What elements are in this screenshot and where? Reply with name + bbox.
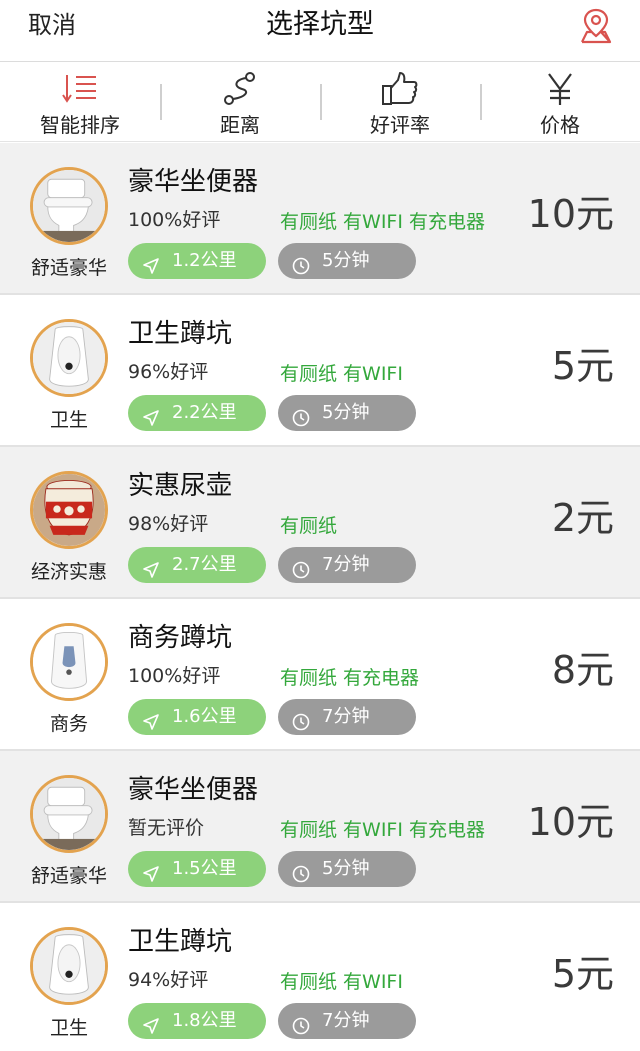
page-title: 选择坑型: [266, 9, 374, 40]
sort-tab-price[interactable]: 价格: [480, 62, 640, 142]
route-icon: [220, 70, 260, 108]
toilet-photo: [30, 623, 108, 701]
price-label: 10元: [527, 800, 614, 844]
time-badge: 5分钟: [278, 851, 416, 887]
toilet-name: 实惠尿壶: [128, 471, 233, 501]
distance-badge: 2.2公里: [128, 395, 266, 431]
time-badge: 5分钟: [278, 395, 416, 431]
distance-value: 1.8公里: [172, 1010, 237, 1031]
rating-text: 100%好评: [128, 209, 221, 231]
sort-tab-label: 好评率: [370, 113, 430, 137]
amenities-text: 有厕纸: [280, 515, 338, 537]
amenities-text: 有厕纸 有WIFI: [280, 971, 403, 993]
rating-text: 96%好评: [128, 361, 209, 383]
navigation-arrow-icon: [142, 556, 160, 578]
amenities-text: 有厕纸 有WIFI 有充电器: [280, 819, 486, 841]
sort-tab-label: 价格: [540, 113, 580, 137]
amenities-text: 有厕纸 有WIFI: [280, 363, 403, 385]
price-label: 10元: [527, 192, 614, 236]
price-label: 2元: [551, 496, 614, 540]
list-item[interactable]: 经济实惠 实惠尿壶 98%好评 有厕纸 2.7公里 7分钟 2元: [0, 447, 640, 599]
thumbs-up-icon: [380, 70, 420, 108]
distance-badge: 1.2公里: [128, 243, 266, 279]
distance-badge: 2.7公里: [128, 547, 266, 583]
category-label: 卫生: [49, 1017, 88, 1039]
category-label: 卫生: [49, 409, 88, 431]
rating-text: 100%好评: [128, 665, 221, 687]
rating-text: 94%好评: [128, 969, 209, 991]
distance-badge: 1.8公里: [128, 1003, 266, 1039]
price-label: 5元: [551, 952, 614, 996]
amenities-text: 有厕纸 有充电器: [280, 667, 420, 689]
distance-badge: 1.5公里: [128, 851, 266, 887]
list-item[interactable]: 卫生 卫生蹲坑 96%好评 有厕纸 有WIFI 2.2公里 5分钟 5元: [0, 295, 640, 447]
yen-icon: [540, 70, 580, 108]
toilet-photo: [30, 927, 108, 1005]
distance-value: 2.7公里: [172, 554, 237, 575]
time-value: 7分钟: [322, 1010, 370, 1031]
list-item[interactable]: 舒适豪华 豪华坐便器 100%好评 有厕纸 有WIFI 有充电器 1.2公里 5…: [0, 143, 640, 295]
sort-tab-label: 距离: [220, 113, 260, 137]
list-item[interactable]: 商务 商务蹲坑 100%好评 有厕纸 有充电器 1.6公里 7分钟 8元: [0, 599, 640, 751]
distance-value: 1.6公里: [172, 706, 237, 727]
clock-icon: [292, 404, 310, 427]
time-badge: 7分钟: [278, 547, 416, 583]
category-label: 经济实惠: [30, 561, 107, 583]
sort-tab-distance[interactable]: 距离: [160, 62, 320, 142]
time-badge: 7分钟: [278, 1003, 416, 1039]
toilet-photo: [30, 471, 108, 549]
navigation-arrow-icon: [142, 708, 160, 730]
sort-tab-smart[interactable]: 智能排序: [0, 62, 160, 142]
navigation-arrow-icon: [142, 252, 160, 274]
sort-tab-label: 智能排序: [40, 113, 120, 137]
navigation-arrow-icon: [142, 860, 160, 882]
cancel-button[interactable]: 取消: [28, 8, 76, 42]
toilet-name: 卫生蹲坑: [128, 319, 233, 349]
sort-tab-rating[interactable]: 好评率: [320, 62, 480, 142]
toilet-photo: [30, 319, 108, 397]
distance-value: 2.2公里: [172, 402, 237, 423]
toilet-name: 豪华坐便器: [128, 775, 259, 805]
category-label: 舒适豪华: [30, 865, 107, 887]
clock-icon: [292, 252, 310, 275]
map-pin-icon[interactable]: [578, 6, 614, 46]
sort-list-icon: [60, 70, 100, 108]
navigation-arrow-icon: [142, 404, 160, 426]
time-value: 7分钟: [322, 554, 370, 575]
amenities-text: 有厕纸 有WIFI 有充电器: [280, 211, 486, 233]
toilet-photo: [30, 775, 108, 853]
toilet-name: 商务蹲坑: [128, 623, 233, 653]
clock-icon: [292, 556, 310, 579]
time-value: 5分钟: [322, 858, 370, 879]
clock-icon: [292, 708, 310, 731]
category-label: 舒适豪华: [30, 257, 107, 279]
time-badge: 7分钟: [278, 699, 416, 735]
time-value: 5分钟: [322, 250, 370, 271]
time-badge: 5分钟: [278, 243, 416, 279]
distance-value: 1.5公里: [172, 858, 237, 879]
rating-text: 暂无评价: [128, 817, 205, 839]
clock-icon: [292, 1012, 310, 1035]
toilet-name: 卫生蹲坑: [128, 927, 233, 957]
top-bar: 取消 选择坑型: [0, 0, 640, 62]
price-label: 8元: [551, 648, 614, 692]
price-label: 5元: [551, 344, 614, 388]
list-item[interactable]: 舒适豪华 豪华坐便器 暂无评价 有厕纸 有WIFI 有充电器 1.5公里 5分钟…: [0, 751, 640, 903]
distance-value: 1.2公里: [172, 250, 237, 271]
list-item[interactable]: 卫生 卫生蹲坑 94%好评 有厕纸 有WIFI 1.8公里 7分钟 5元: [0, 903, 640, 1051]
time-value: 7分钟: [322, 706, 370, 727]
sort-bar: 智能排序 距离 好评率 价格: [0, 62, 640, 142]
toilet-photo: [30, 167, 108, 245]
toilet-name: 豪华坐便器: [128, 167, 259, 197]
time-value: 5分钟: [322, 402, 370, 423]
category-label: 商务: [49, 713, 88, 735]
clock-icon: [292, 860, 310, 883]
navigation-arrow-icon: [142, 1012, 160, 1034]
distance-badge: 1.6公里: [128, 699, 266, 735]
rating-text: 98%好评: [128, 513, 209, 535]
